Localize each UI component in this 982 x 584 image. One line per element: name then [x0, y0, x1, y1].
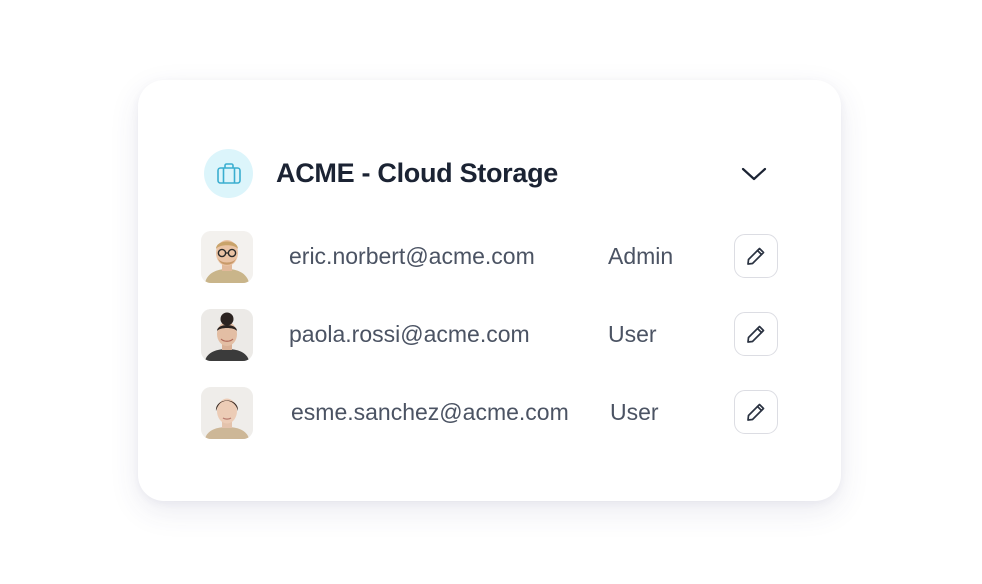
user-email: esme.sanchez@acme.com — [291, 399, 569, 425]
user-email: eric.norbert@acme.com — [289, 243, 535, 269]
user-role: User — [608, 321, 657, 347]
user-row: esme.sanchez@acme.com User — [201, 387, 781, 439]
pencil-icon — [747, 247, 765, 265]
pencil-icon — [747, 325, 765, 343]
organization-title: ACME - Cloud Storage — [276, 158, 558, 188]
briefcase-icon — [204, 149, 253, 198]
edit-button[interactable] — [734, 312, 778, 356]
user-role: User — [610, 399, 659, 425]
user-row: paola.rossi@acme.com User — [201, 309, 781, 361]
pencil-icon — [747, 403, 765, 421]
user-row: eric.norbert@acme.com Admin — [201, 231, 781, 283]
edit-button[interactable] — [734, 390, 778, 434]
user-email: paola.rossi@acme.com — [289, 321, 530, 347]
organization-header: ACME - Cloud Storage — [204, 149, 784, 199]
avatar — [201, 309, 253, 361]
avatar — [201, 387, 253, 439]
organization-card: ACME - Cloud Storage eric.norbert@acme.c… — [138, 80, 841, 501]
edit-button[interactable] — [734, 234, 778, 278]
avatar — [201, 231, 253, 283]
chevron-down-icon[interactable] — [739, 161, 769, 187]
user-role: Admin — [608, 243, 674, 269]
